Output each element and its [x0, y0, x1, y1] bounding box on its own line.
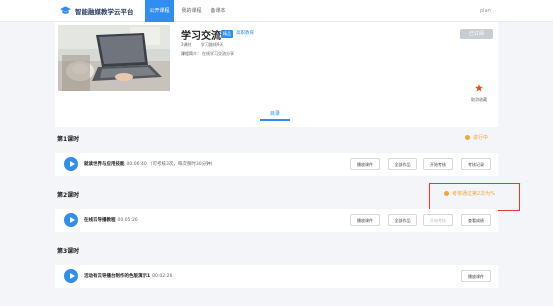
lesson-2-title: 第2课时	[57, 192, 80, 199]
all-works-button[interactable]: 全部作品	[388, 214, 417, 226]
lesson-3-title: 第3课时	[57, 248, 80, 255]
course-category[interactable]: 高职教育	[236, 30, 254, 36]
course-cover-image	[58, 25, 170, 91]
lesson-1-duration: 00:06:40	[126, 162, 147, 167]
start-exam-button[interactable]: 开始考核	[423, 158, 453, 170]
lesson-1-name: 就读世界与应用技能	[84, 162, 125, 167]
lesson-3-name: 活动有云导播台制作的色版演示1	[84, 274, 151, 279]
tab-lesson-plans[interactable]: 备课本	[208, 0, 228, 22]
unfavorite-button[interactable]: 取消收藏	[468, 77, 490, 103]
lesson-3-name-line[interactable]: 活动有云导播台制作的色版演示1 00:02:26	[84, 273, 172, 279]
unfavorite-label: 取消收藏	[471, 97, 487, 102]
platform-logo[interactable]: 智能融媒教学云平台	[60, 5, 134, 17]
play-icon[interactable]	[64, 157, 78, 171]
exam-records-button[interactable]: 考核记录	[461, 158, 491, 170]
lesson-3-row: 活动有云导播台制作的色版演示1 00:02:26 播放课件	[55, 265, 498, 288]
lesson-3-duration: 00:02:26	[152, 274, 173, 279]
lesson-2-row: 在线云导播教程 00:05:26 播放课件 全部作品 开始考核 查看成绩	[55, 209, 498, 232]
top-navigation-bar: 智能融媒教学云平台 公开课程 我的课程 备课本 plan	[0, 0, 553, 22]
play-courseware-button[interactable]: 播放课件	[350, 158, 380, 170]
course-title: 学习交流	[181, 31, 221, 42]
tab-public-courses[interactable]: 公开课程	[145, 0, 174, 22]
tab-table-of-contents[interactable]: 目录	[262, 110, 288, 117]
platform-name: 智能融媒教学云平台	[75, 8, 134, 16]
lesson-2-name: 在线云导播教程	[84, 218, 116, 223]
play-courseware-button[interactable]: 播放课件	[350, 214, 380, 226]
play-courseware-button[interactable]: 播放课件	[461, 270, 491, 282]
status-dot-icon	[465, 135, 470, 140]
active-tab-indicator	[260, 119, 290, 121]
lesson-2-name-line[interactable]: 在线云导播教程 00:05:26	[84, 217, 138, 223]
course-intro: 课程简介：在线学习交流分享	[181, 51, 242, 57]
lesson-count: 3课时	[181, 42, 192, 47]
star-icon	[475, 84, 483, 92]
user-name[interactable]: plan	[480, 0, 491, 22]
all-works-button[interactable]: 全部作品	[388, 158, 417, 170]
play-icon[interactable]	[64, 269, 78, 283]
view-score-button[interactable]: 查看成绩	[461, 214, 491, 226]
graduation-cap-icon	[60, 6, 71, 14]
intro-label: 课程简介：	[181, 51, 201, 56]
lesson-1-title: 第1课时	[57, 136, 80, 143]
play-icon[interactable]	[64, 213, 78, 227]
lesson-1-row: 就读世界与应用技能 00:06:40 (可考核3次，每次限时30分钟) 播放课件 全…	[55, 153, 498, 176]
course-meta: 3课时 学习路线9天	[181, 42, 231, 48]
study-duration: 学习路线9天	[200, 42, 224, 47]
start-exam-button[interactable]: 开始考核	[423, 214, 453, 226]
course-info-card: 学习交流 精品 高职教育 3课时 学习路线9天 课程简介：在线学习交流分享 已订…	[55, 22, 498, 127]
tab-my-courses[interactable]: 我的课程	[179, 0, 204, 22]
lesson-1-exam-note: (可考核3次，每次限时30分钟)	[150, 162, 213, 167]
lesson-1-status: 进行中	[465, 134, 488, 141]
highlight-annotation-box	[429, 183, 520, 211]
intro-text: 在线学习交流分享	[202, 51, 234, 56]
lesson-2-duration: 00:05:26	[117, 218, 138, 223]
lesson-1-name-line[interactable]: 就读世界与应用技能 00:06:40 (可考核3次，每次限时30分钟)	[84, 161, 212, 167]
subscribed-button[interactable]: 已订阅	[460, 29, 493, 39]
lesson-1-status-text: 进行中	[473, 135, 489, 141]
quality-badge: 精品	[221, 30, 233, 38]
